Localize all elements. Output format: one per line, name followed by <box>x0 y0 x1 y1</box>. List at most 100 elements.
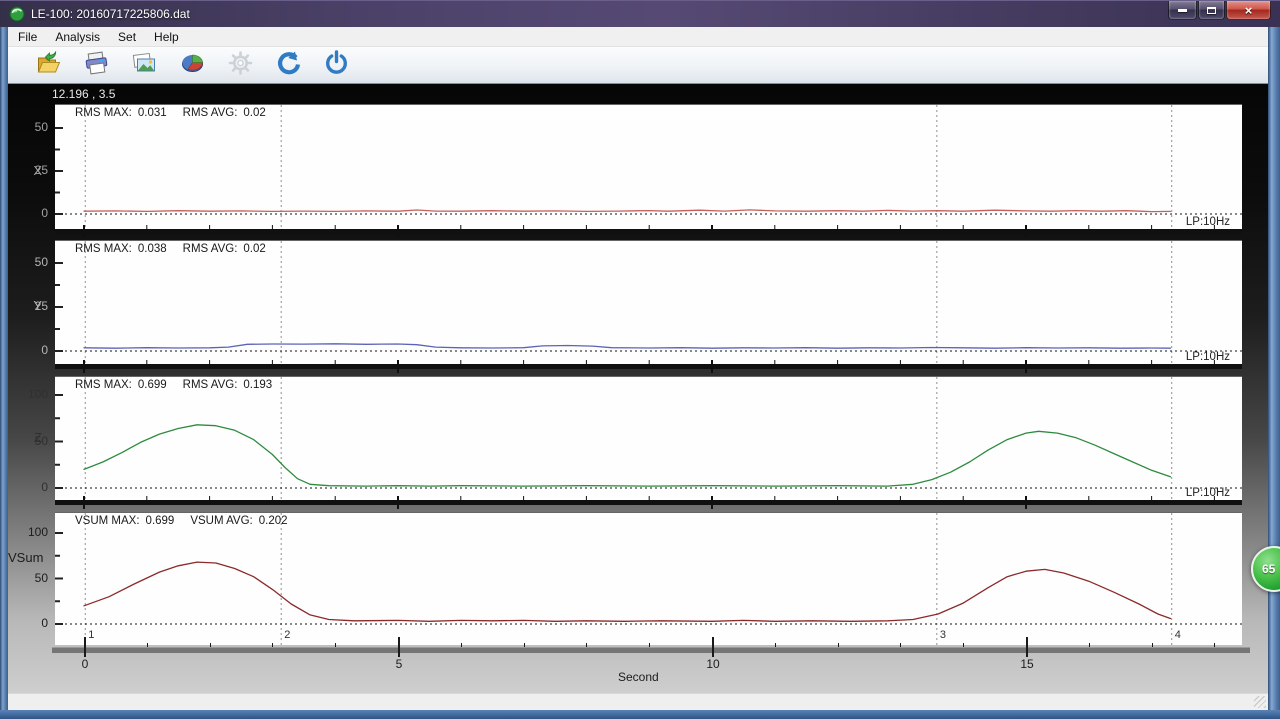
panel-vsum[interactable]: VSUM MAX: 0.699 VSUM AVG: 0.202 1 2 3 4 <box>55 512 1242 645</box>
overlay-badge-text: 65 <box>1262 562 1275 576</box>
x-ytick-25: 25 <box>8 163 48 177</box>
event-marker-1: 1 <box>88 629 94 641</box>
panel-x[interactable]: RMS MAX:0.031RMS AVG:0.02LP:10Hz <box>55 104 1242 229</box>
y-ytick-25: 25 <box>8 299 48 313</box>
x-rms-stats: RMS MAX: 0.031 RMS AVG: 0.02 <box>75 107 266 119</box>
app-window: LE-100: 20160717225806.dat × FileAnalysi… <box>0 0 1280 719</box>
window-border-bottom <box>0 710 1280 719</box>
x-axis-title: Second <box>618 670 659 684</box>
chart-report-button[interactable] <box>176 50 208 80</box>
avg-value: 0.193 <box>243 379 272 391</box>
panel-axis-bar-z <box>55 500 1242 505</box>
export-image-button[interactable] <box>128 50 160 80</box>
menu-item-help[interactable]: Help <box>146 28 187 46</box>
refresh-button[interactable] <box>272 50 304 80</box>
x-ytick-50: 50 <box>8 120 48 134</box>
time-axis-minor-tick <box>1152 643 1153 647</box>
time-axis-minor-tick <box>461 643 462 647</box>
toolbar <box>8 47 1268 84</box>
panel-axis-bar-y <box>55 364 1242 369</box>
y-waveform-plot <box>55 241 1242 365</box>
menu-item-file[interactable]: File <box>10 28 45 46</box>
y-ytick-0: 0 <box>8 343 48 357</box>
image-icon <box>131 50 158 81</box>
resize-grip[interactable] <box>1254 696 1266 708</box>
minimize-button[interactable] <box>1168 1 1197 20</box>
max-label: RMS MAX: <box>75 107 132 119</box>
time-axis-major-tick <box>1026 637 1028 657</box>
max-value: 0.031 <box>138 107 167 119</box>
power-icon <box>323 50 350 81</box>
waveform-chart-area[interactable]: 12.196 , 3.5 RMS MAX:0.031RMS AVG:0.02LP… <box>8 84 1268 693</box>
vsum-ytick-0: 0 <box>8 616 48 630</box>
cursor-coordinate-readout: 12.196 , 3.5 <box>52 87 115 101</box>
time-axis-major-tick <box>712 637 714 657</box>
event-marker-4: 4 <box>1175 629 1181 641</box>
time-axis-minor-tick <box>838 643 839 647</box>
power-button[interactable] <box>320 50 352 80</box>
time-axis-minor-tick <box>775 643 776 647</box>
avg-value: 0.02 <box>243 107 265 119</box>
time-axis-label-15: 15 <box>1012 657 1042 671</box>
open-file-button[interactable] <box>32 50 64 80</box>
statusbar <box>8 693 1268 710</box>
time-axis-minor-tick <box>272 643 273 647</box>
avg-value: 0.202 <box>259 515 288 527</box>
avg-label: RMS AVG: <box>183 379 238 391</box>
avg-value: 0.02 <box>243 243 265 255</box>
x-waveform-plot <box>55 105 1242 230</box>
maximize-icon <box>1207 7 1216 14</box>
menu-item-analysis[interactable]: Analysis <box>47 28 108 46</box>
max-value: 0.038 <box>138 243 167 255</box>
pie-chart-icon <box>179 50 206 81</box>
refresh-icon <box>275 50 302 81</box>
time-axis-minor-tick <box>1214 643 1215 647</box>
titlebar: LE-100: 20160717225806.dat × <box>0 0 1280 27</box>
window-border-left <box>0 27 8 719</box>
minimize-icon <box>1178 9 1187 12</box>
window-border-right <box>1268 27 1280 719</box>
app-logo-icon <box>9 6 25 22</box>
menu-item-set[interactable]: Set <box>110 28 144 46</box>
z-waveform-plot <box>55 377 1242 501</box>
time-axis-minor-tick <box>900 643 901 647</box>
y-ytick-50: 50 <box>8 255 48 269</box>
x-ytick-0: 0 <box>8 206 48 220</box>
window-title: LE-100: 20160717225806.dat <box>31 7 190 21</box>
max-value: 0.699 <box>138 379 167 391</box>
time-axis-minor-tick <box>1089 643 1090 647</box>
panel-y[interactable]: RMS MAX:0.038RMS AVG:0.02LP:10Hz <box>55 240 1242 364</box>
time-axis-minor-tick <box>210 643 211 647</box>
vsum-rms-stats: VSUM MAX: 0.699 VSUM AVG: 0.202 <box>75 515 288 527</box>
time-axis-label-10: 10 <box>698 657 728 671</box>
close-button[interactable]: × <box>1226 1 1271 20</box>
time-axis-label-0: 0 <box>70 657 100 671</box>
time-axis-major-tick <box>84 637 86 657</box>
time-axis-minor-tick <box>586 643 587 647</box>
maximize-button[interactable] <box>1198 1 1225 20</box>
time-axis-minor-tick <box>524 643 525 647</box>
z-ytick-100: 100 <box>8 387 48 401</box>
printer-icon <box>83 50 110 81</box>
y-rms-stats: RMS MAX: 0.038 RMS AVG: 0.02 <box>75 243 266 255</box>
panel-axis-bar-x <box>55 229 1242 234</box>
avg-label: RMS AVG: <box>183 107 238 119</box>
open-folder-icon <box>35 50 62 81</box>
vsum-waveform-plot <box>55 513 1242 646</box>
max-label: VSUM MAX: <box>75 515 140 527</box>
z-ytick-50: 50 <box>8 434 48 448</box>
vsum-ytick-50: 50 <box>8 571 48 585</box>
settings-button[interactable] <box>224 50 256 80</box>
avg-label: RMS AVG: <box>183 243 238 255</box>
max-label: RMS MAX: <box>75 243 132 255</box>
max-label: RMS MAX: <box>75 379 132 391</box>
avg-label: VSUM AVG: <box>190 515 252 527</box>
event-marker-2: 2 <box>284 629 290 641</box>
time-axis-label-5: 5 <box>384 657 414 671</box>
event-marker-3: 3 <box>940 629 946 641</box>
time-axis-bar <box>52 647 1250 653</box>
max-value: 0.699 <box>146 515 175 527</box>
channel-label-vsum: VSum <box>8 550 42 565</box>
print-button[interactable] <box>80 50 112 80</box>
panel-z[interactable]: RMS MAX:0.699RMS AVG:0.193LP:10Hz <box>55 376 1242 500</box>
